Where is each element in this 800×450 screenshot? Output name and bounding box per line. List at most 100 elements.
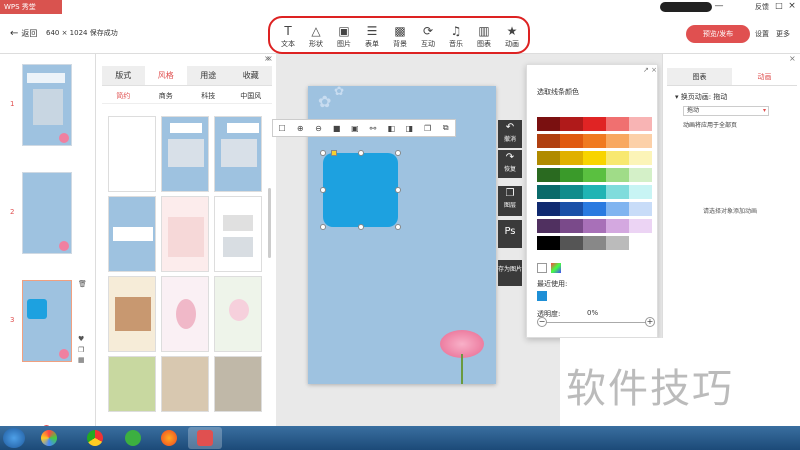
taskbar-chrome[interactable]: [78, 427, 112, 449]
maximize-button[interactable]: □: [773, 1, 785, 12]
tool-text[interactable]: T 文本: [276, 23, 300, 49]
favorite-slide-icon[interactable]: ♥: [78, 335, 84, 343]
color-swatch[interactable]: [560, 236, 583, 250]
send-back-icon[interactable]: ◨: [403, 124, 415, 133]
color-swatch[interactable]: [606, 219, 629, 233]
start-button[interactable]: [3, 428, 25, 448]
zoom-in-icon[interactable]: ⊕: [294, 124, 306, 133]
resize-handle[interactable]: [395, 187, 401, 193]
save-as-image-button[interactable]: 存为图片: [498, 260, 522, 286]
color-swatch[interactable]: [583, 151, 606, 165]
resize-handle[interactable]: [358, 224, 364, 230]
resize-handle[interactable]: [395, 224, 401, 230]
tool-form[interactable]: ☰ 表单: [360, 23, 384, 49]
rotate-handle[interactable]: [331, 150, 337, 156]
subtab-tech[interactable]: 科技: [187, 88, 230, 103]
close-icon[interactable]: ×: [789, 54, 796, 63]
template-card[interactable]: [161, 276, 209, 352]
color-swatch[interactable]: [629, 151, 652, 165]
template-card[interactable]: [214, 276, 262, 352]
tab-chart[interactable]: 图表: [667, 68, 732, 85]
taskbar-wps[interactable]: [188, 427, 222, 449]
color-swatch[interactable]: [606, 168, 629, 182]
tab-layout[interactable]: 版式: [102, 66, 145, 85]
opacity-minus-button[interactable]: −: [537, 317, 547, 327]
redo-button[interactable]: ↷ 恢复: [498, 150, 522, 178]
opacity-plus-button[interactable]: +: [645, 317, 655, 327]
grid-slide-icon[interactable]: ▦: [78, 356, 85, 364]
taskbar-app[interactable]: [32, 427, 66, 449]
zoom-out-icon[interactable]: ⊖: [312, 124, 324, 133]
color-swatch[interactable]: [629, 202, 652, 216]
no-color-swatch[interactable]: [537, 263, 547, 273]
recent-color-swatch[interactable]: [537, 291, 547, 301]
color-swatch[interactable]: [606, 202, 629, 216]
color-swatch[interactable]: [606, 185, 629, 199]
color-swatch[interactable]: [537, 236, 560, 250]
group-icon[interactable]: ❐: [422, 124, 434, 133]
color-swatch[interactable]: [537, 151, 560, 165]
tab-purpose[interactable]: 用途: [187, 66, 230, 85]
fill-icon[interactable]: ■: [331, 124, 343, 133]
resize-handle[interactable]: [358, 150, 364, 156]
template-card[interactable]: [161, 196, 209, 272]
color-swatch[interactable]: [583, 219, 606, 233]
template-scrollbar[interactable]: [268, 188, 271, 258]
publish-button[interactable]: 预览/发布: [686, 25, 750, 43]
tab-animation[interactable]: 动画: [732, 68, 797, 85]
color-swatch[interactable]: [606, 236, 629, 250]
tool-shape[interactable]: △ 形状: [304, 23, 328, 49]
more-link[interactable]: 更多: [776, 29, 790, 39]
color-swatch[interactable]: [606, 151, 629, 165]
tool-chart[interactable]: ▥ 图表: [472, 23, 496, 49]
taskbar-firefox[interactable]: [152, 427, 186, 449]
color-swatch[interactable]: [560, 185, 583, 199]
tool-background[interactable]: ▩ 背景: [388, 23, 412, 49]
user-account[interactable]: [660, 2, 712, 12]
select-icon[interactable]: ☐: [276, 124, 288, 133]
tool-animation[interactable]: ★ 动画: [500, 23, 524, 49]
color-swatch[interactable]: [629, 236, 652, 250]
ungroup-icon[interactable]: ⧉: [440, 123, 452, 133]
resize-handle[interactable]: [395, 150, 401, 156]
color-swatch[interactable]: [537, 219, 560, 233]
color-swatch[interactable]: [560, 168, 583, 182]
color-swatch[interactable]: [537, 168, 560, 182]
tab-favorites[interactable]: 收藏: [229, 66, 272, 85]
color-swatch[interactable]: [560, 134, 583, 148]
copy-slide-icon[interactable]: ❐: [78, 346, 84, 354]
template-card[interactable]: [214, 116, 262, 192]
color-swatch[interactable]: [606, 117, 629, 131]
color-swatch[interactable]: [560, 202, 583, 216]
template-card[interactable]: [161, 116, 209, 192]
bring-front-icon[interactable]: ◧: [385, 124, 397, 133]
slide-thumb-2[interactable]: [22, 172, 72, 254]
color-swatch[interactable]: [560, 117, 583, 131]
selected-rounded-rect[interactable]: [323, 153, 398, 227]
close-button[interactable]: ×: [786, 1, 798, 12]
template-card[interactable]: [161, 356, 209, 412]
template-card[interactable]: [214, 196, 262, 272]
transition-select[interactable]: 拖动 ▾: [683, 106, 769, 116]
resize-handle[interactable]: [320, 187, 326, 193]
color-swatch[interactable]: [537, 134, 560, 148]
color-swatch[interactable]: [629, 134, 652, 148]
color-swatch[interactable]: [583, 202, 606, 216]
template-card[interactable]: [108, 276, 156, 352]
color-swatch[interactable]: [606, 134, 629, 148]
tool-image[interactable]: ▣ 图片: [332, 23, 356, 49]
template-card[interactable]: [108, 116, 156, 192]
popup-controls[interactable]: ↗ ×: [643, 66, 657, 74]
taskbar-app[interactable]: [116, 427, 150, 449]
back-button[interactable]: ← 返回: [10, 28, 37, 39]
template-card[interactable]: [108, 196, 156, 272]
tool-music[interactable]: ♫ 音乐: [444, 23, 468, 49]
color-swatch[interactable]: [583, 236, 606, 250]
tab-style[interactable]: 风格: [144, 66, 187, 85]
color-swatch[interactable]: [583, 185, 606, 199]
color-swatch[interactable]: [583, 117, 606, 131]
image-fill-icon[interactable]: ▣: [349, 124, 361, 133]
subtab-simple[interactable]: 简约: [102, 88, 145, 103]
template-card[interactable]: [108, 356, 156, 412]
tool-interact[interactable]: ⟳ 互动: [416, 23, 440, 49]
